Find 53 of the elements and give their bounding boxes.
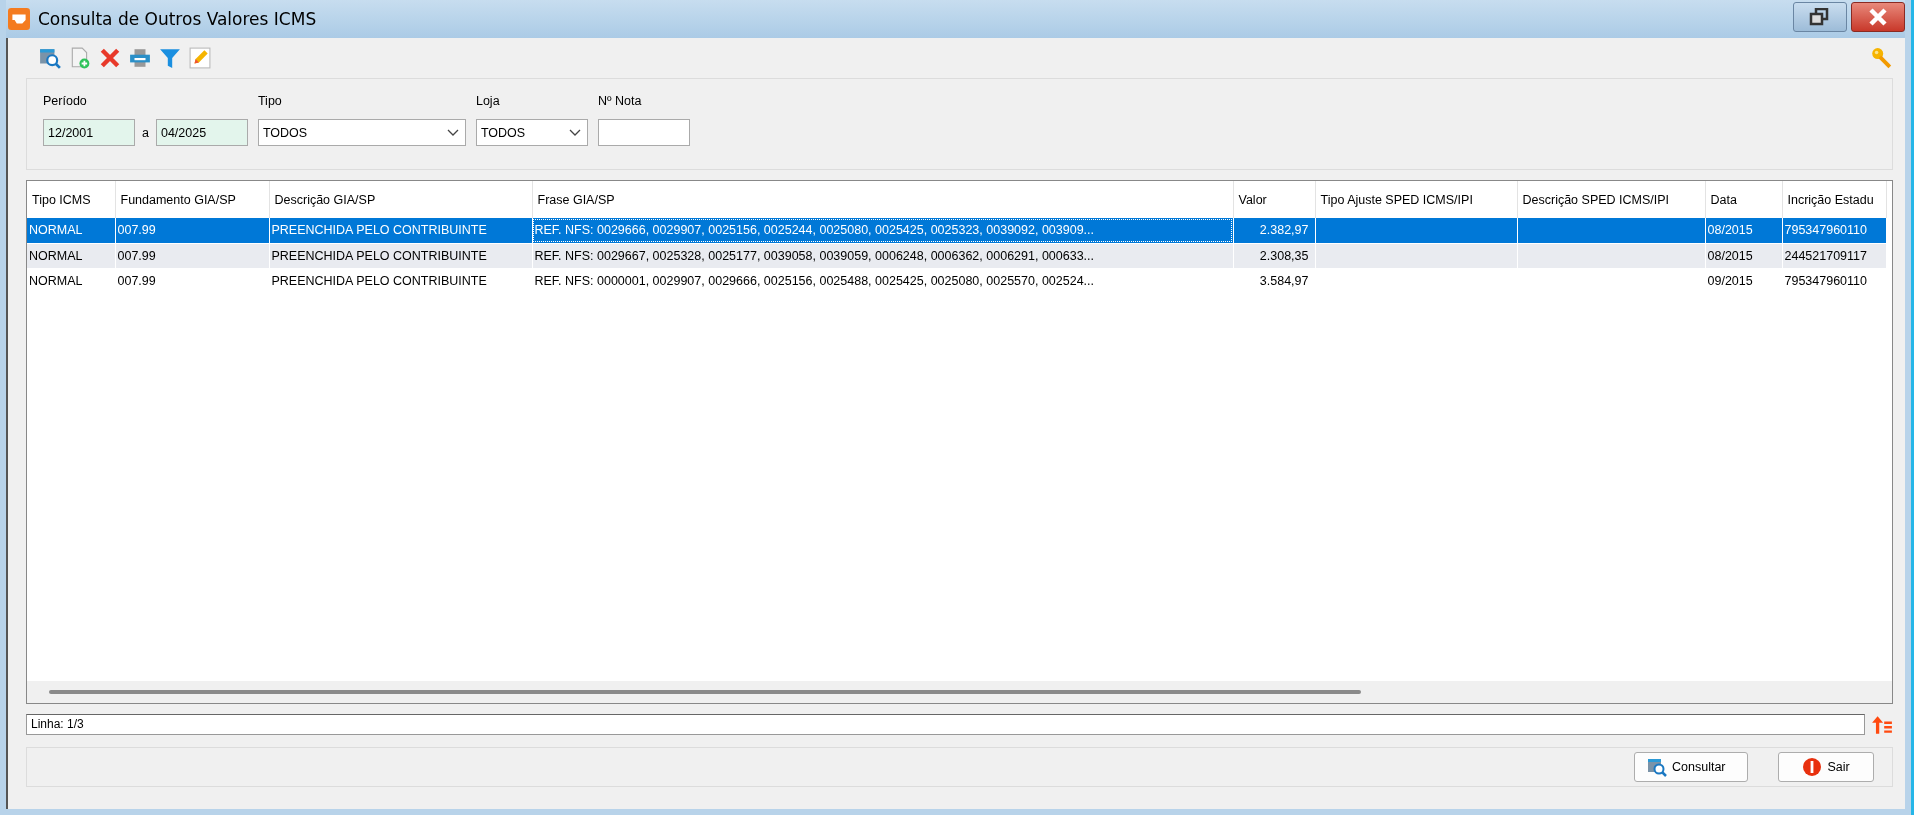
- table-cell: 795347960110: [1782, 218, 1886, 243]
- app-icon: [8, 8, 30, 30]
- power-icon: [1802, 757, 1823, 777]
- table-cell: 2.308,35: [1233, 243, 1315, 268]
- pencil-icon[interactable]: [188, 46, 212, 70]
- scrollbar-thumb[interactable]: [49, 690, 1361, 694]
- field-label: Nº Nota: [597, 94, 643, 108]
- field-label: Loja: [475, 94, 501, 108]
- exit-button[interactable]: Sair: [1778, 752, 1874, 782]
- chevron-down-icon: [446, 128, 459, 137]
- table-cell: REF. NFS: 0029666, 0029907, 0025156, 0025244, 0025080, 0025425, 0025323, 0039092, 003909...: [532, 218, 1233, 243]
- chevron-down-icon: [568, 128, 581, 137]
- table-cell: PREENCHIDA PELO CONTRIBUINTE: [269, 218, 532, 243]
- search-icon: [1647, 757, 1667, 777]
- search-icon[interactable]: [38, 46, 62, 70]
- restore-button[interactable]: [1793, 2, 1847, 32]
- close-button[interactable]: [1851, 2, 1905, 32]
- table-cell: 09/2015: [1705, 268, 1782, 293]
- table-cell: REF. NFS: 0000001, 0029907, 0029666, 0025156, 0025488, 0025425, 0025080, 0025570, 002524...: [532, 268, 1233, 293]
- table-cell: NORMAL: [27, 218, 115, 243]
- table-cell: NORMAL: [27, 243, 115, 268]
- field-label: Período: [43, 94, 88, 108]
- search-button[interactable]: Consultar: [1634, 752, 1748, 782]
- table-cell: 2.382,97: [1233, 218, 1315, 243]
- table-cell: PREENCHIDA PELO CONTRIBUINTE: [269, 268, 532, 293]
- filter-icon[interactable]: [158, 46, 182, 70]
- window-title: Consulta de Outros Valores ICMS: [38, 9, 317, 29]
- field-label: Tipo: [257, 94, 283, 108]
- table-cell: 007.99: [115, 268, 269, 293]
- table-cell: 3.584,97: [1233, 268, 1315, 293]
- sort-icon[interactable]: [1871, 713, 1893, 736]
- close-icon: [1866, 8, 1890, 26]
- key-icon[interactable]: [1869, 46, 1893, 70]
- table-row[interactable]: NORMAL 007.99 PREENCHIDA PELO CONTRIBUINTE REF. NFS: 0029666, 0029907, 0025156, 0025244, 0025080, 0025425, 0025323, 0039092, 003909... 2.382,97 08/2015 795347960110: [27, 218, 1886, 243]
- table-cell: NORMAL: [27, 268, 115, 293]
- status-text: Linha: 1/3: [26, 714, 1865, 735]
- dropdown[interactable]: TODOS: [475, 119, 588, 146]
- table-cell: 244521709117: [1782, 243, 1886, 268]
- input-field[interactable]: [597, 119, 690, 146]
- delete-icon[interactable]: [98, 46, 122, 70]
- table-row[interactable]: NORMAL 007.99 PREENCHIDA PELO CONTRIBUINTE REF. NFS: 0029667, 0025328, 0025177, 0039058, 0039059, 0006248, 0006362, 0006291, 000633... 2.308,35 08/2015 244521709117: [27, 243, 1886, 268]
- table-cell: PREENCHIDA PELO CONTRIBUINTE: [269, 243, 532, 268]
- table-row[interactable]: NORMAL 007.99 PREENCHIDA PELO CONTRIBUINTE REF. NFS: 0000001, 0029907, 0029666, 0025156, 0025488, 0025425, 0025080, 0025570, 002524... 3.584,97 09/2015 795347960110: [27, 268, 1886, 293]
- table-cell: 007.99: [115, 243, 269, 268]
- table-cell: REF. NFS: 0029667, 0025328, 0025177, 0039058, 0039059, 0006248, 0006362, 0006291, 000633...: [532, 243, 1233, 268]
- separator-label: a: [141, 125, 150, 140]
- table-cell: 08/2015: [1705, 218, 1782, 243]
- table-cell: 007.99: [115, 218, 269, 243]
- input-field[interactable]: 04/2025: [155, 119, 248, 146]
- input-field[interactable]: 12/2001: [43, 119, 135, 146]
- printer-icon[interactable]: [128, 46, 152, 70]
- dropdown[interactable]: TODOS: [257, 119, 466, 146]
- table-cell: 795347960110: [1782, 268, 1886, 293]
